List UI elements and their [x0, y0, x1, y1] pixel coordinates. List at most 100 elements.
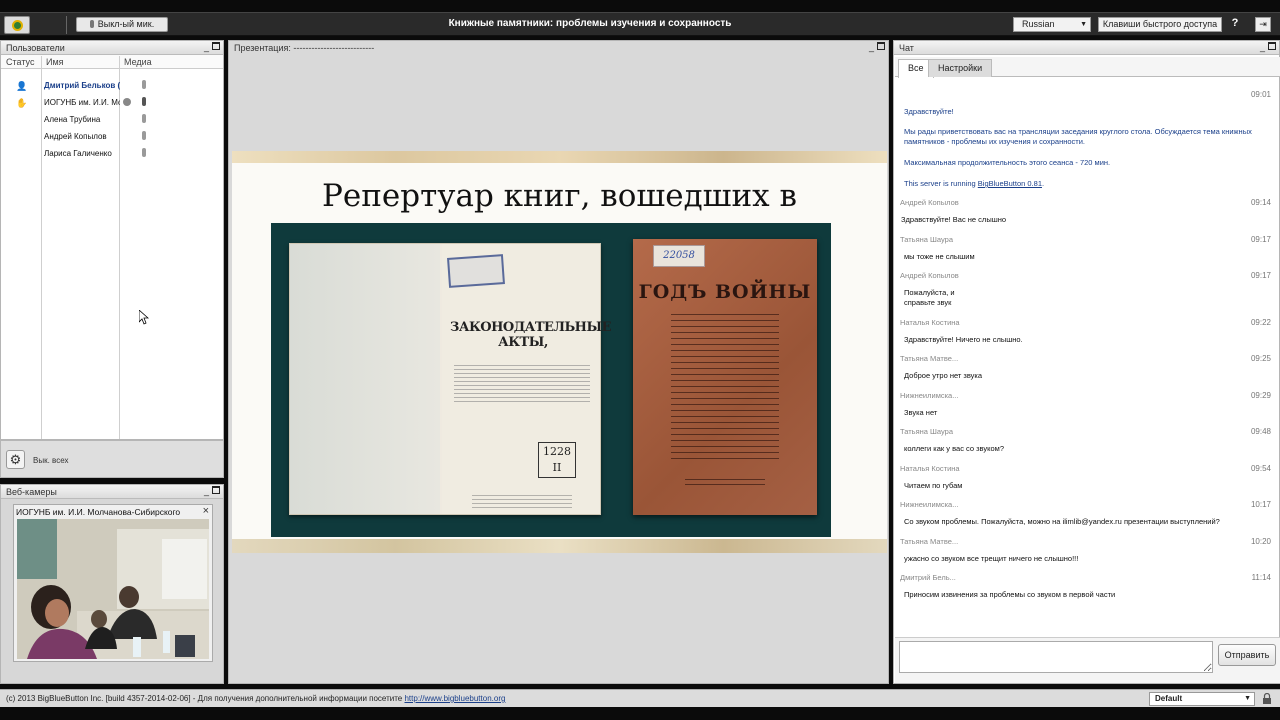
chat-message: Звука нет	[904, 408, 938, 417]
shortcut-keys-button[interactable]: Клавиши быстрого доступа	[1098, 17, 1222, 32]
column-name[interactable]: Имя	[46, 57, 64, 67]
message-time: 09:14	[1250, 198, 1271, 207]
webcam-icon[interactable]	[123, 98, 131, 106]
close-icon[interactable]: ×	[203, 505, 209, 517]
user-name: Алена Трубина	[44, 115, 101, 124]
webcam-scene	[17, 519, 209, 659]
microphone-icon	[89, 20, 94, 28]
meeting-title: Книжные памятники: проблемы изучения и с…	[448, 18, 732, 29]
webcam-video	[17, 519, 209, 659]
message-time: 09:17	[1250, 235, 1271, 244]
book-open: ЗАКОНОДАТЕЛЬНЫЕ АКТЫ, 1228 II	[289, 243, 612, 515]
users-settings-bar: ⚙ Вык. всех	[0, 440, 224, 478]
users-panel-header: Пользователи _	[1, 41, 223, 55]
chat-message: коллеги как у вас со звуком?	[904, 444, 1004, 453]
microphone-icon[interactable]	[142, 114, 146, 123]
maximize-icon[interactable]	[1268, 42, 1276, 52]
users-column-headers: Статус Имя Медиа	[1, 55, 223, 69]
message-sender: Нижнеилимска...	[900, 500, 959, 509]
user-row[interactable]: ✋ ИОГУНБ им. И.И. Мол	[1, 95, 223, 112]
bbb-logo-button[interactable]	[4, 16, 30, 34]
webcams-panel: Веб-камеры _ ИОГУНБ им. И.И. Молчанова-С…	[0, 484, 224, 684]
language-select[interactable]: Russian ▼	[1013, 17, 1091, 32]
user-row[interactable]: 👤 Дмитрий Бельков (в	[1, 78, 223, 95]
lock-icon[interactable]	[1262, 693, 1272, 704]
microphone-icon[interactable]	[142, 97, 146, 106]
message-time: 09:25	[1250, 354, 1271, 363]
column-media[interactable]: Медиа	[124, 57, 152, 67]
book1-imprint	[472, 492, 572, 508]
book-title-page: ЗАКОНОДАТЕЛЬНЫЕ АКТЫ, 1228 II	[442, 244, 612, 514]
message-time: 09:01	[1250, 90, 1271, 99]
layout-select[interactable]: Default ▼	[1149, 692, 1255, 706]
microphone-icon[interactable]	[142, 148, 146, 157]
user-row[interactable]: Лариса Галиченко	[1, 146, 223, 163]
mouse-cursor-icon	[139, 310, 149, 325]
message-sender: Татьяна Шаура	[900, 427, 954, 436]
raised-hand-icon: ✋	[16, 98, 28, 108]
maximize-icon[interactable]	[877, 42, 885, 52]
message-sender: Дмитрий Бель...	[900, 573, 956, 582]
presentation-slide[interactable]: Репертуар книг, вошедших в коллекцию ЗАК…	[232, 151, 887, 553]
webcams-panel-header: Веб-камеры _	[1, 485, 223, 499]
mute-mic-button[interactable]: Выкл-ый мик.	[76, 17, 168, 32]
system-message: Здравствуйте!	[904, 107, 954, 116]
chat-message: Пожалуйста, и справьте звук	[904, 288, 955, 307]
mute-all-label[interactable]: Вык. всех	[33, 456, 68, 465]
user-name: Лариса Галиченко	[44, 149, 112, 158]
chat-message: Приносим извинения за проблемы со звуком…	[904, 590, 1116, 599]
user-row[interactable]: Алена Трубина	[1, 112, 223, 129]
user-row[interactable]: Андрей Копылов	[1, 129, 223, 146]
message-sender: Наталья Костина	[900, 318, 960, 327]
logout-icon: ⇥	[1259, 19, 1267, 29]
chevron-down-icon: ▼	[1244, 695, 1251, 702]
microphone-icon[interactable]	[142, 131, 146, 140]
minimize-icon[interactable]: _	[204, 486, 209, 496]
message-time: 09:22	[1250, 318, 1271, 327]
system-message: This server is running BigBlueButton 0.8…	[904, 179, 1045, 188]
user-name: Дмитрий Бельков (в	[44, 81, 120, 90]
book-left-page	[290, 244, 440, 514]
book1-shelf-mark: 1228 II	[538, 442, 576, 478]
system-message: Максимальная продолжительность этого сеа…	[904, 158, 1111, 167]
message-sender: Наталья Костина	[900, 464, 960, 473]
tab-settings[interactable]: Настройки	[928, 59, 993, 77]
message-time: 09:17	[1250, 271, 1271, 280]
microphone-icon[interactable]	[142, 80, 146, 89]
toolbar-divider	[66, 16, 67, 34]
logout-button[interactable]: ⇥	[1255, 17, 1271, 32]
chat-tabs: Все Настройки	[895, 57, 1280, 78]
footer-copyright: (c) 2013 BigBlueButton Inc. [build 4357-…	[6, 694, 506, 703]
chat-message: Здравствуйте! Ничего не слышно.	[904, 335, 1023, 344]
minimize-icon[interactable]: _	[1260, 42, 1265, 52]
help-icon[interactable]: ?	[1229, 17, 1241, 32]
chat-message: Здравствуйте! Вас не слышно	[901, 215, 1007, 224]
top-toolbar: Выкл-ый мик. Книжные памятники: проблемы…	[0, 12, 1280, 36]
message-sender: Татьяна Матве...	[900, 537, 959, 546]
message-time: 09:48	[1250, 427, 1271, 436]
chat-compose: Отправить	[895, 637, 1280, 683]
bbb-website-link[interactable]: http://www.bigbluebutton.org	[404, 694, 505, 703]
message-sender: Андрей Копылов	[900, 198, 959, 207]
send-button[interactable]: Отправить	[1218, 644, 1276, 666]
book1-title: ЗАКОНОДАТЕЛЬНЫЕ АКТЫ,	[450, 320, 612, 350]
gear-icon[interactable]: ⚙	[6, 450, 25, 469]
chat-panel-header: Чат _	[894, 41, 1279, 55]
chat-message-list: 09:01 Здравствуйте! Мы рады приветствова…	[895, 81, 1275, 636]
chat-input[interactable]	[899, 641, 1213, 673]
message-sender: Андрей Копылов	[900, 271, 959, 280]
column-status[interactable]: Статус	[6, 57, 34, 67]
minimize-icon[interactable]: _	[869, 42, 874, 52]
presenter-icon: 👤	[16, 81, 28, 91]
webcam-window[interactable]: ИОГУНБ им. И.И. Молчанова-Сибирского ×	[13, 504, 213, 662]
book2-imprint	[685, 475, 765, 489]
minimize-icon[interactable]: _	[204, 42, 209, 52]
maximize-icon[interactable]	[212, 486, 220, 496]
bbb-version-link[interactable]: BigBlueButton 0.81	[978, 179, 1042, 188]
message-sender: Татьяна Матве...	[900, 354, 959, 363]
message-time: 10:17	[1250, 500, 1271, 509]
maximize-icon[interactable]	[212, 42, 220, 52]
library-stamp	[447, 254, 505, 288]
chevron-down-icon: ▼	[1080, 21, 1087, 28]
users-panel: Пользователи _ Статус Имя Медиа 👤 Дмитри…	[0, 40, 224, 440]
